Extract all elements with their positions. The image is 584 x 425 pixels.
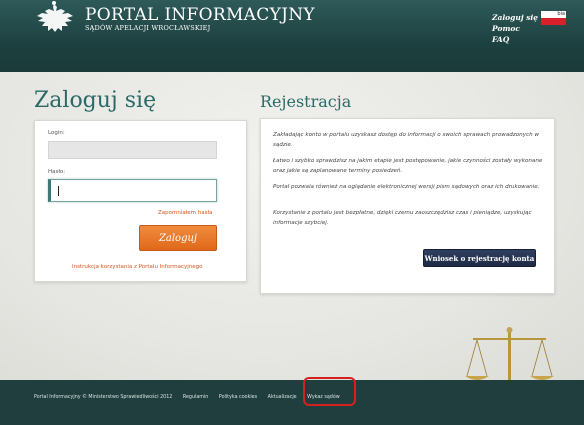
login-heading: Zaloguj się <box>34 88 157 113</box>
nav-help-link[interactable]: Pomoc <box>492 23 538 34</box>
footer-link-regulations[interactable]: Regulamin <box>183 395 208 400</box>
login-button[interactable]: Zaloguj <box>139 225 217 251</box>
registration-paragraph: Łatwo i szybko sprawdzisz na jakim etapi… <box>273 158 543 174</box>
instructions-link[interactable]: Instrukcja korzystania z Portalu Informa… <box>72 264 203 270</box>
highlight-annotation <box>303 377 356 406</box>
registration-paragraph: Portal pozwala również na oglądanie elek… <box>273 184 540 190</box>
registration-panel: Zakładając konto w portalu uzyskasz dost… <box>260 118 555 294</box>
login-label: Login: <box>48 130 65 136</box>
text-caret <box>58 186 59 196</box>
portal-subtitle: SĄDÓW APELACJI WROCŁAWSKIEJ <box>85 24 211 32</box>
language-code: bia <box>557 11 565 17</box>
site-footer: Portal Informacyjny © Ministerstwo Spraw… <box>0 380 584 425</box>
forgot-password-link[interactable]: Zapomniałem hasła <box>158 210 212 216</box>
registration-paragraph: Zakładając konto w portalu uzyskasz dost… <box>273 132 539 148</box>
registration-heading: Rejestracja <box>260 92 352 111</box>
login-input[interactable] <box>48 141 217 159</box>
footer-link-cookies[interactable]: Polityka cookies <box>219 395 257 400</box>
footer-link-updates[interactable]: Aktualizacje <box>268 395 297 400</box>
login-form: Login: Hasło: Zapomniałem hasła Zaloguj … <box>34 120 247 282</box>
nav-login-link[interactable]: Zaloguj się <box>492 12 538 23</box>
nav-faq-link[interactable]: FAQ <box>492 34 538 45</box>
top-nav: Zaloguj się Pomoc FAQ <box>492 12 538 45</box>
portal-title: PORTAL INFORMACYJNY <box>85 5 315 25</box>
password-label: Hasło: <box>48 169 66 175</box>
register-account-button[interactable]: Wniosek o rejestrację konta <box>423 249 536 267</box>
password-input[interactable] <box>48 179 217 202</box>
site-header: PORTAL INFORMACYJNY SĄDÓW APELACJI WROCŁ… <box>0 0 584 72</box>
footer-copyright: Portal Informacyjny © Ministerstwo Spraw… <box>34 395 173 400</box>
footer-links: Portal Informacyjny © Ministerstwo Spraw… <box>34 395 349 400</box>
eagle-emblem-icon <box>37 1 73 32</box>
registration-paragraph: Korzystanie z portalu jest bezpłatne, dz… <box>273 210 532 226</box>
poland-flag-icon[interactable]: bia <box>541 11 566 31</box>
